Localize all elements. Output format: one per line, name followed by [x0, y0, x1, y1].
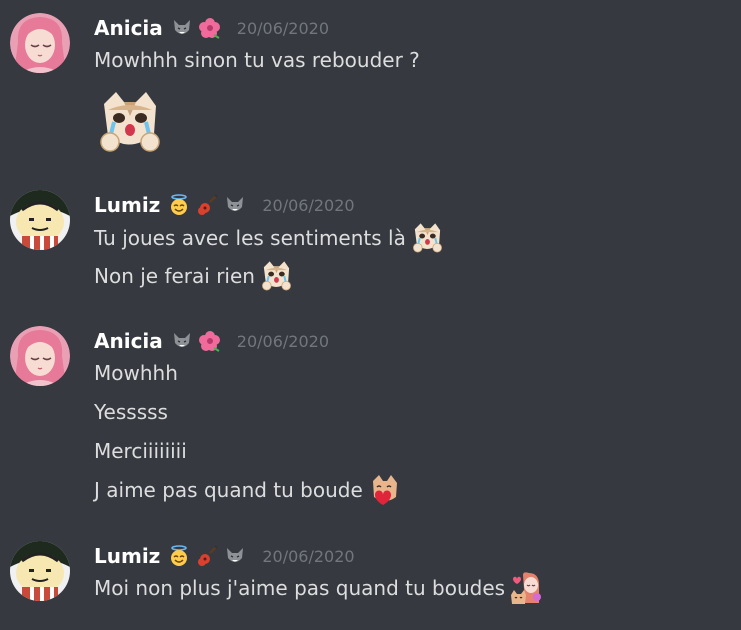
message-timestamp: 20/06/2020 [236, 331, 329, 351]
username[interactable]: Anicia [94, 329, 163, 353]
crying-cat-emote[interactable] [259, 259, 293, 293]
message-header: Anicia 20/06/2020 [94, 15, 329, 41]
user-avatar[interactable] [10, 13, 70, 73]
wolf-icon [171, 17, 193, 39]
cat-with-heart-emote[interactable] [367, 473, 401, 507]
wolf-icon [224, 194, 246, 216]
message-text: Tu joues avec les sentiments là [94, 223, 444, 253]
user-avatar[interactable] [10, 326, 70, 386]
user-avatar[interactable] [10, 190, 70, 250]
guitar-icon [196, 545, 218, 567]
message-text: Moi non plus j'aime pas quand tu boudes [94, 573, 543, 603]
hibiscus-icon [199, 17, 221, 39]
message-text: J aime pas quand tu boude [94, 475, 401, 505]
crying-cat-emote[interactable] [410, 221, 444, 255]
username[interactable]: Lumiz [94, 544, 160, 568]
wolf-icon [224, 545, 246, 567]
wolf-icon [171, 330, 193, 352]
message-header: Anicia 20/06/2020 [94, 328, 329, 354]
message-timestamp: 20/06/2020 [262, 546, 355, 566]
crying-cat-emote[interactable] [94, 90, 164, 154]
username[interactable]: Anicia [94, 16, 163, 40]
message-timestamp: 20/06/2020 [262, 195, 355, 215]
message-header: Lumiz 20/06/2020 [94, 192, 355, 218]
user-avatar[interactable] [10, 541, 70, 601]
message-timestamp: 20/06/2020 [236, 18, 329, 38]
guitar-icon [196, 194, 218, 216]
girl-hugging-cat-emote[interactable] [509, 571, 543, 605]
message-header: Lumiz 20/06/2020 [94, 543, 355, 569]
message-text: Mowhhh sinon tu vas rebouder ? [94, 48, 420, 72]
username[interactable]: Lumiz [94, 193, 160, 217]
message-text: Mowhhh [94, 361, 178, 385]
angel-face-icon [168, 194, 190, 216]
hibiscus-icon [199, 330, 221, 352]
message-text: Merciiiiiiii [94, 439, 187, 463]
message-text: Yesssss [94, 400, 168, 424]
angel-face-icon [168, 545, 190, 567]
message-text: Non je ferai rien [94, 261, 293, 291]
